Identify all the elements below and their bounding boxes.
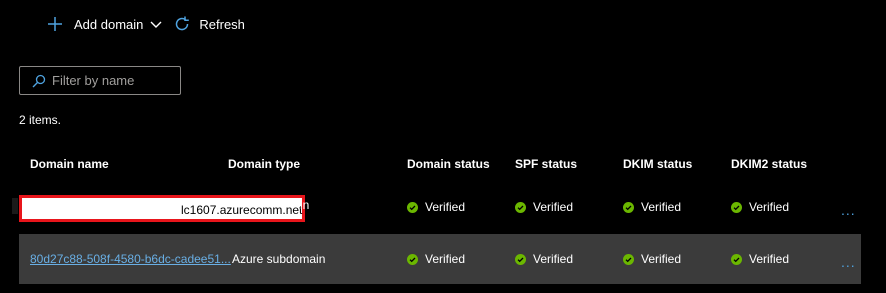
plus-icon [46,15,64,33]
check-circle-icon [515,253,526,265]
add-domain-label: Add domain [74,16,144,32]
domain-status-cell: Verified [407,234,465,284]
command-bar: Add domain Refresh [40,12,245,36]
redaction-edge [12,198,18,214]
refresh-label: Refresh [199,16,245,32]
dkim2-status-cell: Verified [731,182,789,232]
chevron-down-icon[interactable] [149,17,163,31]
table-row[interactable]: 80d27c88-508f-4580-b6dc-cadee51... Azure… [19,234,861,284]
domain-status-text: Verified [425,200,466,214]
check-circle-icon [407,253,418,265]
column-header-domain-type[interactable]: Domain type [228,157,300,171]
dkim-status-cell: Verified [623,182,681,232]
dkim-status-cell: Verified [623,234,681,284]
column-header-spf-status[interactable]: SPF status [515,157,577,171]
dkim2-status-cell: Verified [731,234,789,284]
spf-status-text: Verified [533,200,574,214]
add-domain-button[interactable]: Add domain [40,12,163,36]
spf-status-cell: Verified [515,234,573,284]
item-count: 2 items. [19,113,62,127]
refresh-icon [173,15,191,33]
more-options-icon[interactable]: ... [841,185,856,235]
refresh-button[interactable]: Refresh [173,12,245,36]
spf-status-text: Verified [533,252,574,266]
column-header-dkim2-status[interactable]: DKIM2 status [731,157,807,171]
dkim-status-text: Verified [641,200,682,214]
filter-input[interactable] [52,73,172,88]
check-circle-icon [731,201,742,213]
dkim2-status-text: Verified [749,252,790,266]
check-circle-icon [515,201,526,213]
check-circle-icon [407,201,418,213]
domain-status-text: Verified [425,252,466,266]
domain-name-link[interactable]: 80d27c88-508f-4580-b6dc-cadee51... [30,252,231,266]
table-header: Domain name Domain type Domain status SP… [19,146,861,184]
more-options-icon[interactable]: ... [841,237,856,287]
check-circle-icon [623,201,634,213]
column-header-domain-status[interactable]: Domain status [407,157,490,171]
domain-type-text: Azure subdomain [232,252,326,266]
domain-name-cell: 80d27c88-508f-4580-b6dc-cadee51... [30,234,231,284]
domain-status-cell: Verified [407,182,465,232]
domain-name-text[interactable]: lc1607.azurecomm.net [181,203,302,217]
column-header-domain-name[interactable]: Domain name [30,157,109,171]
search-icon [32,74,46,88]
domain-type-text: in [300,198,310,212]
dkim-status-text: Verified [641,252,682,266]
column-header-dkim-status[interactable]: DKIM status [623,157,692,171]
dkim2-status-text: Verified [749,200,790,214]
domain-type-cell: Azure subdomain [232,234,325,284]
check-circle-icon [623,253,634,265]
check-circle-icon [731,253,742,265]
filter-box[interactable] [19,66,181,95]
spf-status-cell: Verified [515,182,573,232]
